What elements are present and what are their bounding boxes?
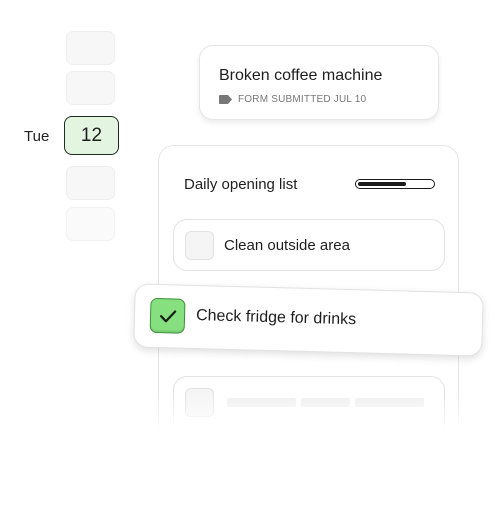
- issue-status: FORM SUBMITTED JUL 10: [238, 94, 367, 105]
- checklist-item-placeholder: [173, 376, 445, 435]
- calendar-day-cell[interactable]: [66, 71, 115, 105]
- checklist-progress-fill: [358, 182, 406, 186]
- issue-title: Broken coffee machine: [219, 67, 383, 84]
- text-placeholder: [355, 398, 424, 407]
- task-checkbox[interactable]: [185, 231, 214, 260]
- tag-icon: [219, 95, 232, 104]
- task-checkbox-checked[interactable]: [149, 297, 186, 334]
- task-label: Clean outside area: [224, 237, 350, 254]
- issue-card[interactable]: Broken coffee machine FORM SUBMITTED JUL…: [199, 45, 439, 120]
- checklist-item[interactable]: Clean outside area: [173, 219, 445, 271]
- checklist-progress-bar: [355, 179, 435, 189]
- calendar-day-label: Tue: [24, 128, 50, 145]
- checklist-title: Daily opening list: [184, 176, 298, 193]
- text-placeholder: [227, 398, 296, 407]
- task-checkbox: [185, 388, 214, 417]
- calendar-day-cell[interactable]: [66, 31, 115, 65]
- calendar-day-cell[interactable]: [66, 207, 115, 241]
- checkmark-icon: [159, 309, 176, 322]
- text-placeholder: [301, 398, 350, 407]
- issue-meta: FORM SUBMITTED JUL 10: [219, 94, 366, 105]
- calendar-day-cell[interactable]: [66, 166, 115, 200]
- checklist-item-dragging[interactable]: Check fridge for drinks: [133, 283, 484, 357]
- calendar-selected-date[interactable]: 12: [64, 116, 119, 155]
- task-label: Check fridge for drinks: [195, 307, 357, 329]
